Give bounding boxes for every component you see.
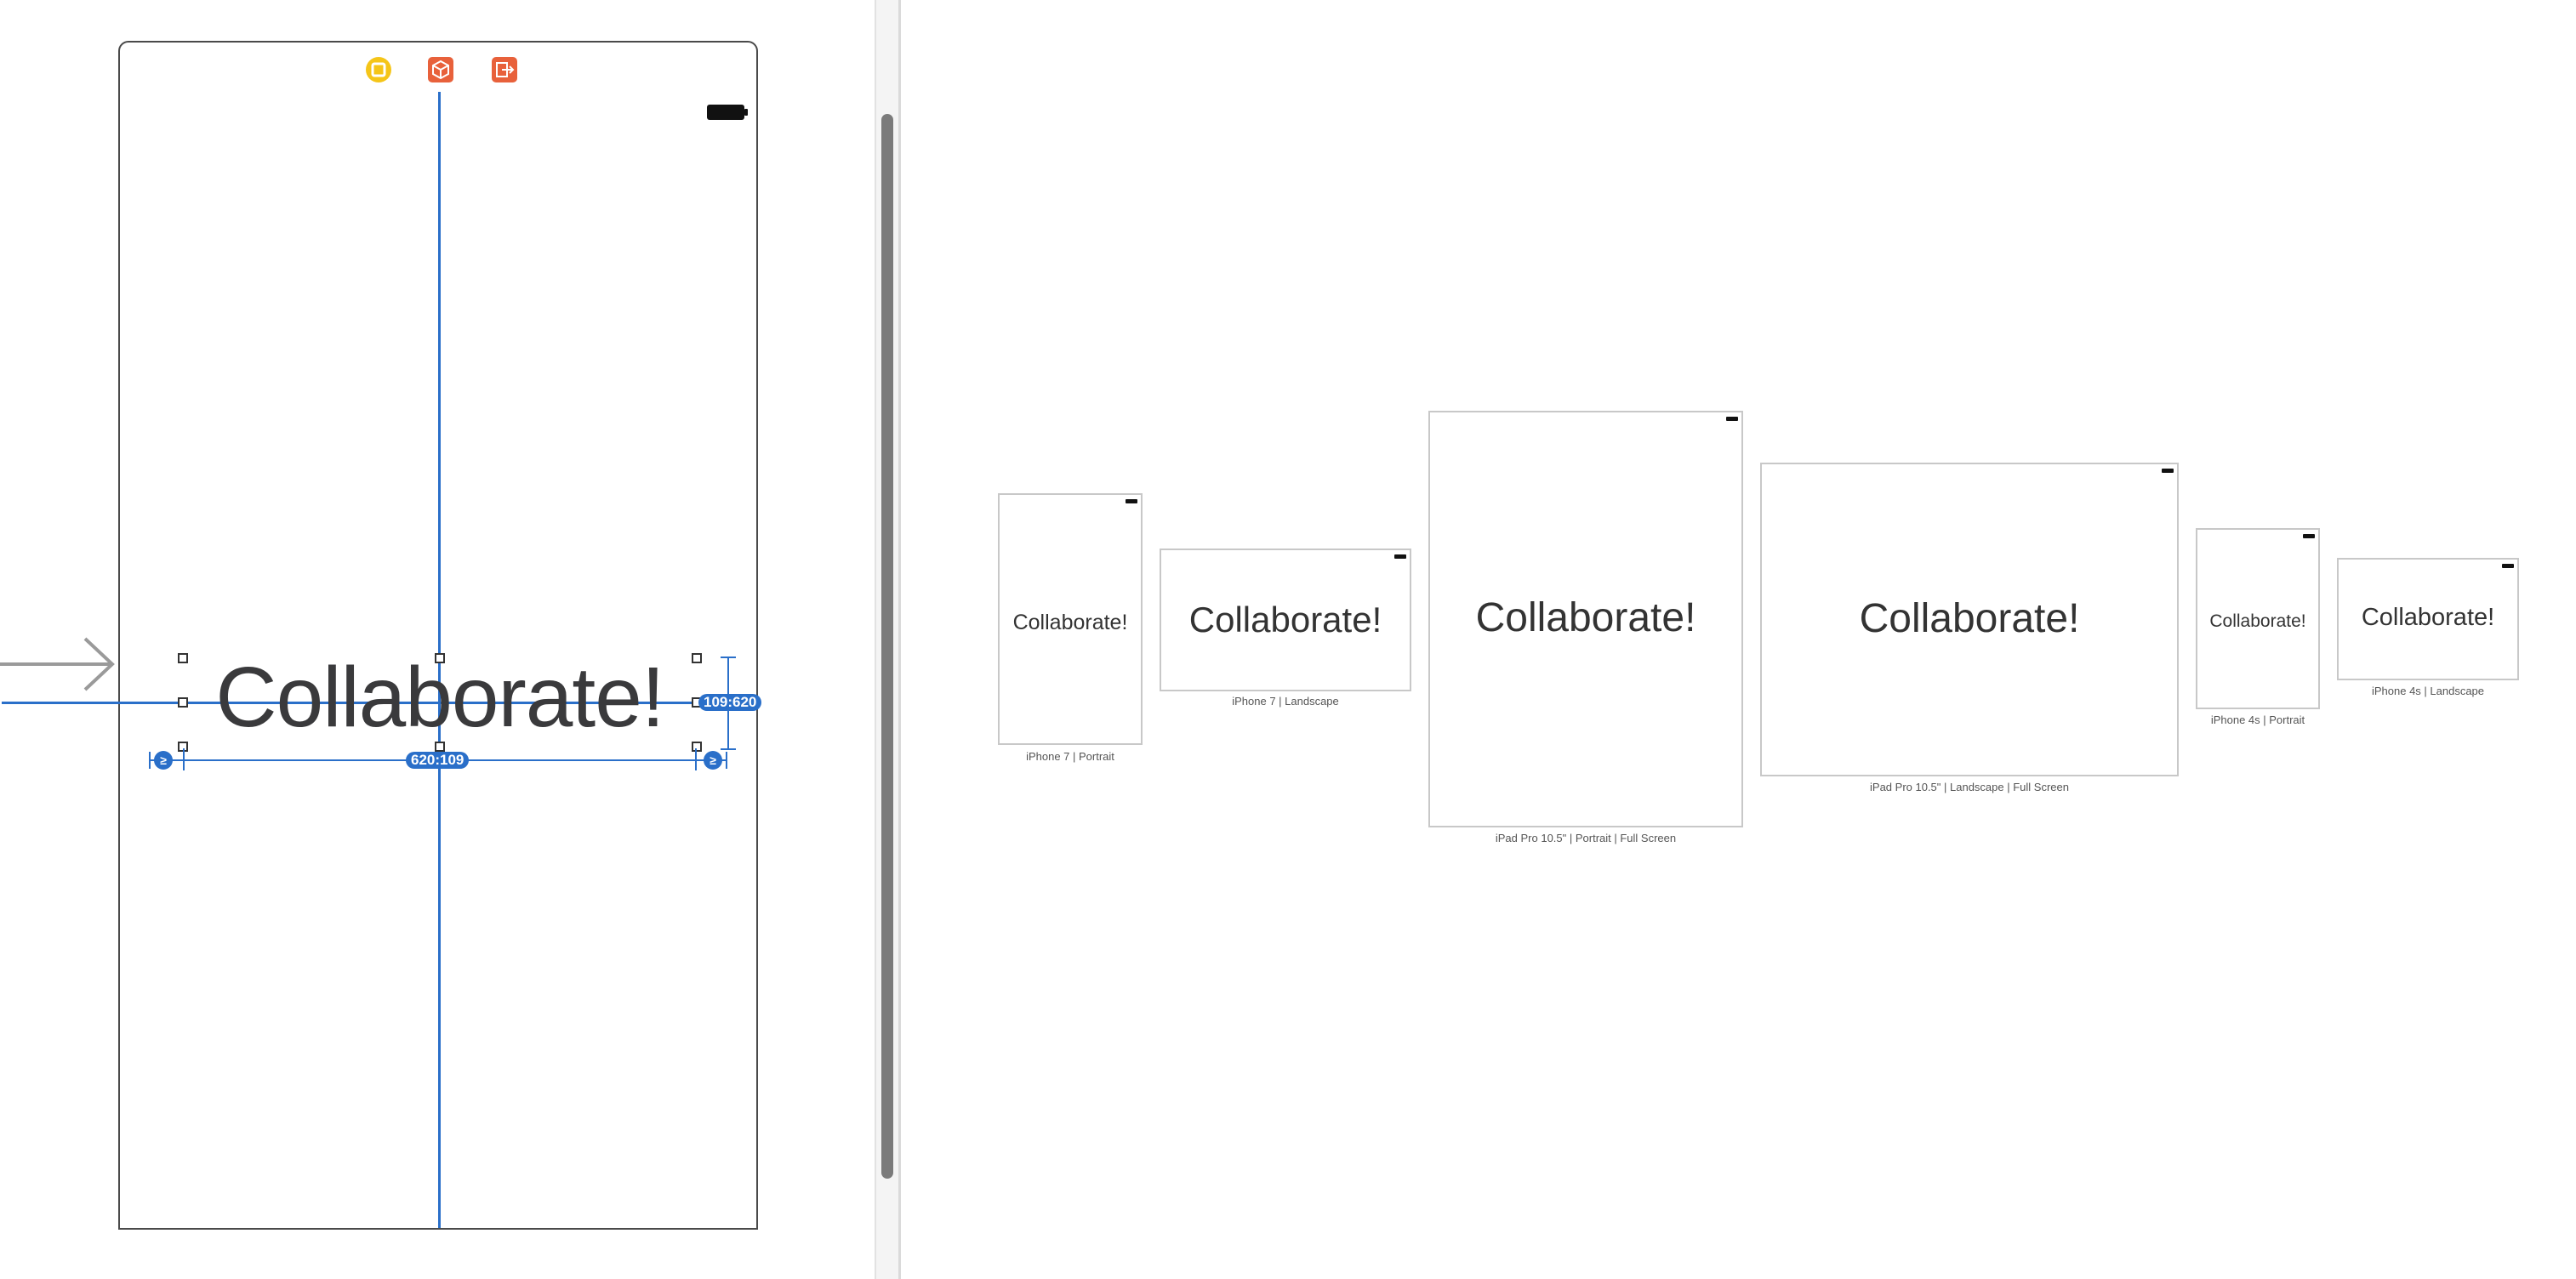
preview-label: Collaborate! xyxy=(1188,600,1382,640)
width-constraint-cap-left xyxy=(149,752,151,769)
battery-icon xyxy=(2502,564,2514,568)
main-view[interactable]: Collaborate! 109:620 ≥ ≥ 620:109 xyxy=(2,92,762,1230)
preview-caption: iPhone 7 | Landscape xyxy=(1232,695,1339,708)
resize-handle-top-right[interactable] xyxy=(692,653,702,663)
preview-label: Collaborate! xyxy=(2361,604,2495,631)
entry-point-arrow-icon[interactable] xyxy=(0,634,119,694)
preview-caption: iPhone 7 | Portrait xyxy=(1026,750,1114,763)
preview-caption: iPhone 4s | Portrait xyxy=(2210,713,2305,726)
assistant-preview-pane[interactable]: Collaborate! iPhone 7 | Portrait Collabo… xyxy=(901,0,2576,1279)
preview-caption: iPhone 4s | Landscape xyxy=(2371,685,2485,697)
storyboard-canvas[interactable]: Collaborate! 109:620 ≥ ≥ 620:109 xyxy=(0,0,875,1279)
width-constraint-cap-right xyxy=(726,752,727,769)
preview-device-ipadpro-portrait[interactable]: Collaborate! xyxy=(1428,411,1743,827)
height-constraint-cap-top xyxy=(721,657,736,658)
battery-icon xyxy=(1126,499,1137,503)
leading-greater-equal-badge[interactable]: ≥ xyxy=(154,751,173,770)
view-controller-icon[interactable] xyxy=(365,56,392,83)
battery-icon xyxy=(1726,417,1738,421)
preview-device-ipadpro-landscape[interactable]: Collaborate! xyxy=(1760,463,2179,776)
resize-handle-middle-left[interactable] xyxy=(178,697,188,708)
battery-icon xyxy=(2303,534,2315,538)
preview-label: Collaborate! xyxy=(1012,611,1128,634)
collaborate-label[interactable]: Collaborate! xyxy=(183,653,697,742)
first-responder-icon[interactable] xyxy=(427,56,454,83)
aspect-ratio-badge-vertical[interactable]: 109:620 xyxy=(698,694,762,711)
scene-dock xyxy=(118,41,758,94)
preview-label: Collaborate! xyxy=(1475,595,1696,640)
view-controller-scene[interactable]: Collaborate! 109:620 ≥ ≥ 620:109 xyxy=(2,41,762,1230)
trailing-greater-equal-badge[interactable]: ≥ xyxy=(704,751,722,770)
preview-device-iphone4s-landscape[interactable]: Collaborate! xyxy=(2337,558,2519,680)
vertical-scrollbar-thumb[interactable] xyxy=(881,114,893,1179)
preview-device-iphone4s-portrait[interactable]: Collaborate! xyxy=(2196,528,2320,709)
preview-caption: iPad Pro 10.5" | Landscape | Full Screen xyxy=(1870,781,2069,793)
battery-icon xyxy=(707,105,748,120)
exit-icon[interactable] xyxy=(491,56,518,83)
width-constraint-tick-right xyxy=(695,748,697,770)
resize-handle-bottom-right[interactable] xyxy=(692,742,702,752)
preview-label: Collaborate! xyxy=(1859,596,2080,641)
resize-handle-bottom-center[interactable] xyxy=(435,742,445,752)
battery-icon xyxy=(1394,554,1406,559)
height-constraint-cap-bottom xyxy=(721,748,736,750)
width-constraint-tick-left xyxy=(183,748,185,770)
preview-device-iphone7-portrait[interactable]: Collaborate! xyxy=(998,493,1143,745)
preview-label: Collaborate! xyxy=(2209,611,2306,631)
preview-caption: iPad Pro 10.5" | Portrait | Full Screen xyxy=(1495,832,1677,844)
aspect-ratio-badge-horizontal[interactable]: 620:109 xyxy=(406,752,470,769)
resize-handle-top-left[interactable] xyxy=(178,653,188,663)
preview-device-iphone7-landscape[interactable]: Collaborate! xyxy=(1160,549,1411,691)
battery-icon xyxy=(2162,469,2174,473)
resize-handle-top-center[interactable] xyxy=(435,653,445,663)
